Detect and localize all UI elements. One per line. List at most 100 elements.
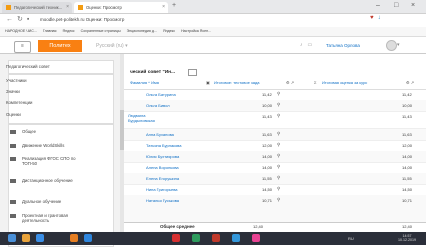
col-grade1-header[interactable]: Итоговое: тестовое зада — [214, 80, 260, 85]
sidebar-item-grades[interactable]: Оценки — [6, 112, 21, 117]
clock-date: 10.12.2019 — [398, 238, 416, 242]
bookmark-item[interactable]: Главная — [43, 29, 57, 33]
search-icon[interactable]: ⚲ — [277, 131, 280, 137]
taskbar-app-icon[interactable] — [22, 234, 30, 242]
close-tab-icon[interactable]: × — [66, 2, 69, 13]
sidebar-item-section[interactable]: Движение WorldSkills — [10, 143, 64, 148]
search-icon[interactable]: ⚲ — [277, 91, 280, 97]
drawer-toggle-button[interactable]: ≡ — [14, 41, 31, 53]
download-icon[interactable]: ↓ — [378, 15, 385, 21]
bookmark-item[interactable]: Яндекс — [63, 29, 75, 33]
folder-icon — [10, 156, 16, 161]
total-grade-cell: 14,00 — [402, 154, 413, 159]
table-row: Наталья Гуськова 10,71 ⚲ 10,71 — [124, 195, 426, 223]
minimize-button[interactable]: – — [376, 2, 380, 9]
bell-icon[interactable]: ♪ — [300, 42, 308, 48]
browser-tab-1[interactable]: Педагогический техник... × — [2, 2, 72, 13]
edit-icon[interactable]: ⚙ ↗ — [406, 80, 414, 85]
start-icon[interactable] — [8, 234, 16, 242]
grade-item-icon: ▣ — [206, 80, 210, 85]
sidebar-item-course[interactable]: Педагогический совет — [6, 64, 50, 69]
search-icon[interactable]: ⚲ — [277, 102, 280, 108]
bookmark-item[interactable]: Сохраненные страницы — [81, 29, 121, 33]
site-name-button[interactable]: Политех — [38, 40, 82, 52]
url-action-icons[interactable]: ♥↓ — [370, 15, 385, 21]
total-grade-cell: 12,00 — [402, 143, 413, 148]
student-name-link[interactable]: Юлия Бухтиярова — [146, 154, 179, 159]
chat-icon[interactable]: ▭ — [308, 42, 318, 48]
folder-icon — [10, 178, 16, 183]
grade-cell: 14,50 — [262, 187, 273, 192]
header-icons[interactable]: ♪▭ — [300, 42, 317, 48]
url-field[interactable]: moodle.pet-politekh.ru Оценки: Просмотр — [40, 15, 370, 24]
total-grade-cell: 11,55 — [402, 176, 412, 181]
sidebar-item-section[interactable]: Реализация ФГОС СПО по ТОП-50 — [10, 156, 82, 166]
nav-buttons[interactable]: ←↻▪ — [6, 15, 33, 23]
close-window-button[interactable]: × — [411, 2, 415, 9]
student-name-link[interactable]: Нина Григорьева — [146, 187, 178, 192]
sidebar-item-label: Проектная и грантовая деятельность — [22, 213, 69, 223]
col-name-header[interactable]: Фамилия ^ Имя — [130, 80, 159, 85]
tab-title: Оценки: Просмотр — [86, 5, 122, 10]
back-arrow-icon[interactable]: ← — [6, 16, 17, 23]
search-icon[interactable]: ⚲ — [277, 186, 280, 192]
sidebar-item-section[interactable]: Дуальное обучение — [10, 199, 61, 204]
maximize-button[interactable]: □ — [394, 2, 398, 9]
keyboard-language[interactable]: RU — [348, 236, 354, 241]
grade-cell: 10,00 — [262, 103, 273, 108]
student-name-link[interactable]: Ольга Батурина — [146, 92, 176, 97]
search-icon[interactable]: ⚲ — [277, 175, 280, 181]
sidebar-item-participants[interactable]: Участники — [6, 78, 27, 83]
close-tab-icon[interactable]: × — [162, 2, 165, 13]
new-tab-button[interactable]: + — [172, 2, 176, 9]
grade-cell: 12,00 — [262, 143, 273, 148]
search-icon[interactable]: ⚲ — [277, 142, 280, 148]
taskbar-app-icon[interactable] — [232, 234, 240, 242]
student-name-link[interactable]: Елена Егорушина — [146, 176, 179, 181]
language-selector[interactable]: Русский (ru) ▾ — [96, 43, 128, 49]
sidebar-item-competencies[interactable]: Компетенции — [6, 100, 32, 105]
taskbar-app-icon[interactable] — [84, 234, 92, 242]
student-name-link[interactable]: Ольга Бивол — [146, 103, 170, 108]
sidebar-item-section[interactable]: Проектная и грантовая деятельность — [10, 213, 92, 223]
browser-tab-2[interactable]: Оценки: Просмотр × — [74, 2, 168, 13]
folder-icon — [10, 143, 16, 148]
grade-cell: 14,00 — [262, 154, 273, 159]
taskbar-app-icon[interactable] — [252, 234, 260, 242]
edit-icon[interactable]: ⚙ ↗ — [286, 80, 294, 85]
search-icon[interactable]: ⚲ — [277, 153, 280, 159]
user-name[interactable]: Татьяна Орлова — [326, 43, 360, 48]
reload-icon[interactable]: ↻ — [17, 16, 27, 23]
total-grade-cell: 10,71 — [402, 198, 413, 203]
taskbar-app-icon[interactable] — [36, 234, 44, 242]
bookmark-item[interactable]: Настройка Ясен... — [181, 29, 211, 33]
clock[interactable]: 14:57 10.12.2019 — [398, 234, 416, 242]
taskbar-app-icon[interactable] — [172, 234, 180, 242]
student-name-link[interactable]: Наталья Гуськова — [146, 198, 179, 203]
search-icon[interactable]: ⚲ — [277, 197, 280, 203]
moodle-favicon-icon — [6, 5, 11, 11]
bookmark-item[interactable]: Энциклопедия д... — [127, 29, 157, 33]
taskbar-app-icon[interactable] — [192, 234, 200, 242]
sidebar-item-section[interactable]: Дистанционное обучение — [10, 178, 82, 183]
star-icon[interactable]: ♥ — [370, 15, 378, 21]
bookmark-item[interactable]: НАРОДНОЕ ЧИС... — [5, 29, 37, 33]
student-name-link[interactable]: Алена Воронкова — [146, 165, 179, 170]
nav-drawer: Педагогический совет Участники Значки Ко… — [0, 54, 120, 247]
taskbar-app-icon[interactable] — [70, 234, 78, 242]
chevron-down-icon[interactable]: ▾ — [397, 42, 400, 48]
folder-icon — [10, 129, 16, 134]
student-name-link[interactable]: Анна Буханова — [146, 132, 174, 137]
sidebar-item-badges[interactable]: Значки — [6, 89, 20, 94]
bookmark-item[interactable]: Яндекс — [163, 29, 175, 33]
avatar[interactable] — [386, 40, 397, 51]
taskbar-app-icon[interactable] — [212, 234, 220, 242]
search-icon[interactable]: ⚲ — [277, 113, 280, 119]
student-name-link[interactable]: Татьяна Бурлакова — [146, 143, 182, 148]
sidebar-item-section[interactable]: Общее — [10, 129, 36, 134]
search-icon[interactable]: ⚲ — [277, 164, 280, 170]
col-grade2-header[interactable]: Итоговая оценка за курс — [322, 80, 367, 85]
student-name-link[interactable]: Людмила Бурдыловская — [128, 113, 168, 123]
average-grade1: 12,40 — [253, 224, 264, 229]
collapse-toggle[interactable] — [188, 69, 197, 76]
